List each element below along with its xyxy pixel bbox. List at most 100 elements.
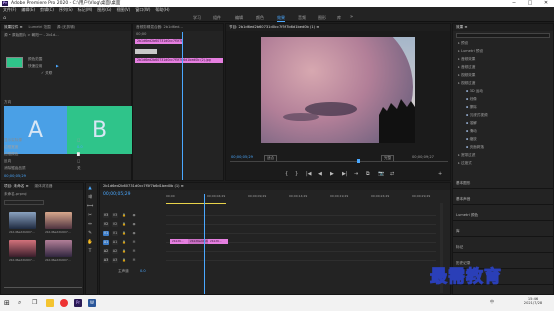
effects-tree-item[interactable]: ▸ 视频过渡 [458,81,475,86]
project-thumb-0[interactable] [9,212,36,229]
lower-prop-value-1[interactable]: 0.0 [77,145,83,149]
track-lane[interactable] [166,233,436,234]
track-lock-icon[interactable]: 🔒 [121,222,127,227]
tab-effects[interactable]: 效果 ≡ [456,24,467,31]
work-area-bar[interactable] [166,203,226,204]
project-search-input[interactable] [4,200,44,205]
tab-project[interactable]: 项目: 未命名 ≡ [4,183,28,190]
search-icon[interactable]: ⌕ [18,299,26,307]
track-source-patch[interactable]: V1 [103,231,109,236]
effects-tree-item[interactable]: ▸ 音频效果 [458,57,475,62]
track-lane[interactable] [166,251,436,252]
tab-sequence[interactable]: 2b1d6ed2b60731d0cc7f5f7b6d1bed0b (1) ≡ [103,183,184,190]
go-to-out-icon[interactable]: ▶| [342,171,348,177]
home-icon[interactable]: ⌂ [3,15,6,21]
workspace-tab-audio[interactable]: 音频 [298,15,306,21]
master-track-value[interactable]: 0.0 [140,269,146,273]
program-timecode-left[interactable]: 00;00;05;29 [231,155,253,159]
track-lock-icon[interactable]: 🔒 [121,240,127,245]
hand-tool-icon[interactable]: ✋ [87,240,93,246]
play-icon[interactable]: ▶ [330,171,334,177]
mini-clip-2[interactable]: 2b1d6ed2b60731d0cc7f5f7b6d1bed0b (2).jpg [135,58,223,63]
track-lock-icon[interactable]: 🔒 [121,249,127,254]
tab-source[interactable]: 源:(无剪辑) [57,24,75,31]
track-lane[interactable] [166,260,436,261]
workspace-tab-color[interactable]: 颜色 [256,15,264,21]
track-target-toggle[interactable]: A2 [112,249,118,254]
track-source-patch[interactable]: V3 [103,213,109,218]
workspace-tab-editing[interactable]: 编辑 [235,15,243,21]
effects-tree-item[interactable]: ▪ 沉浸式视频 [466,113,488,118]
effects-section-header[interactable]: 标记 [456,245,463,250]
effects-tree-item[interactable]: ▪ 页面剥落 [466,145,484,150]
effects-tree-item[interactable]: ▪ 缩放 [466,137,477,142]
taskbar-clock[interactable]: 15:46 2021/7/28 [520,297,546,305]
project-zoom-slider[interactable] [4,287,82,288]
minimize-button[interactable]: ─ [506,0,522,7]
effects-section-header[interactable]: 库 [456,229,460,234]
project-thumb-3[interactable] [45,240,72,257]
lower-prop-value-4[interactable]: 关 [77,166,81,171]
effects-tree-item[interactable]: ▸ 宽带过滤 [458,153,475,158]
selection-tool-icon[interactable]: ▲ [87,186,93,192]
track-source-patch[interactable]: A2 [103,249,109,254]
mini-clip-1[interactable]: 2b1d6ed2b60731d0cc7f5f7b6d1bed0b (1).jpg [135,39,183,44]
mark-in-icon[interactable]: { [285,171,288,177]
mini-playhead[interactable] [182,32,183,180]
effects-tree-item[interactable]: ▪ 擦除 [466,105,477,110]
workspace-tab-assembly[interactable]: 组件 [213,15,221,21]
track-source-patch[interactable]: A3 [103,258,109,263]
input-method-indicator[interactable]: 中 [490,299,494,305]
go-to-in-icon[interactable]: |◀ [306,171,312,177]
windows-start-icon[interactable]: ⊞ [4,299,12,307]
effects-section-header[interactable]: 基本图形 [456,181,470,186]
project-thumb-1[interactable] [45,212,72,229]
track-target-toggle[interactable]: V1 [112,231,118,236]
effects-tree-item[interactable]: ▸ Lumetri 预设 [458,49,483,54]
track-target-toggle[interactable]: A3 [112,258,118,263]
effects-tree-item[interactable]: ▸ 预设 [458,41,468,46]
effects-tree-item[interactable]: ▸ 音频过渡 [458,65,475,70]
track-lane[interactable] [166,224,436,225]
lower-prop-value-3[interactable]: □ [77,159,80,163]
tab-lumetri-scopes[interactable]: Lumetri 范围 [29,24,51,31]
word-taskbar-icon[interactable]: W [88,299,96,307]
export-frame-icon[interactable]: 📷 [378,171,384,177]
tab-effect-controls[interactable]: 效果控件 ≡ [4,24,23,31]
premiere-taskbar-icon[interactable]: Pr [74,299,82,307]
track-lane[interactable] [166,215,436,216]
track-visibility-icon[interactable]: ◉ [131,231,137,236]
effects-tree-item[interactable]: ▪ 3D 运动 [466,89,483,94]
track-lock-icon[interactable]: 🔒 [121,213,127,218]
track-source-patch[interactable]: A1 [103,240,109,245]
pen-tool-icon[interactable]: ✎ [87,231,93,237]
razor-tool-icon[interactable]: ✂ [87,213,93,219]
prop-value-1[interactable]: ▶ [56,64,59,68]
track-lock-icon[interactable]: 🔒 [121,258,127,263]
comparison-view-icon[interactable]: ⇄ [390,171,394,177]
button-editor-icon[interactable]: + [438,171,442,177]
track-mute-button[interactable]: M [131,258,137,263]
track-mute-button[interactable]: M [131,240,137,245]
mark-out-icon[interactable]: } [295,171,298,177]
close-button[interactable]: ✕ [538,0,554,7]
step-back-icon[interactable]: ◀ [318,171,322,177]
timeline-clip-transition[interactable]: 2b1d6ed2b607... [188,239,208,244]
effects-tree-item[interactable]: ▪ 划像 [466,97,477,102]
track-target-toggle[interactable]: V3 [112,213,118,218]
program-video-frame[interactable] [261,37,415,143]
track-source-patch[interactable]: V2 [103,222,109,227]
maximize-button[interactable]: □ [522,0,538,7]
workspace-tab-effects[interactable]: 效果 [277,15,285,22]
ripple-edit-tool-icon[interactable]: ⟺ [87,204,93,210]
track-mute-button[interactable]: M [131,249,137,254]
lower-prop-value-0[interactable]: □ [77,138,80,142]
track-target-toggle[interactable]: A1 [112,240,118,245]
slip-tool-icon[interactable]: ↔ [87,222,93,228]
program-playhead[interactable] [357,159,360,163]
tab-audio-mixer[interactable]: 音频剪辑混合器: 2b1d6ed... [136,24,183,31]
workspace-tab-learn[interactable]: 学习 [193,15,201,21]
effects-section-header[interactable]: Lumetri 颜色 [456,213,478,218]
prop-value-3[interactable]: ✓ 关联 [41,71,52,76]
effects-tree-item[interactable]: ▪ 滑动 [466,129,477,134]
